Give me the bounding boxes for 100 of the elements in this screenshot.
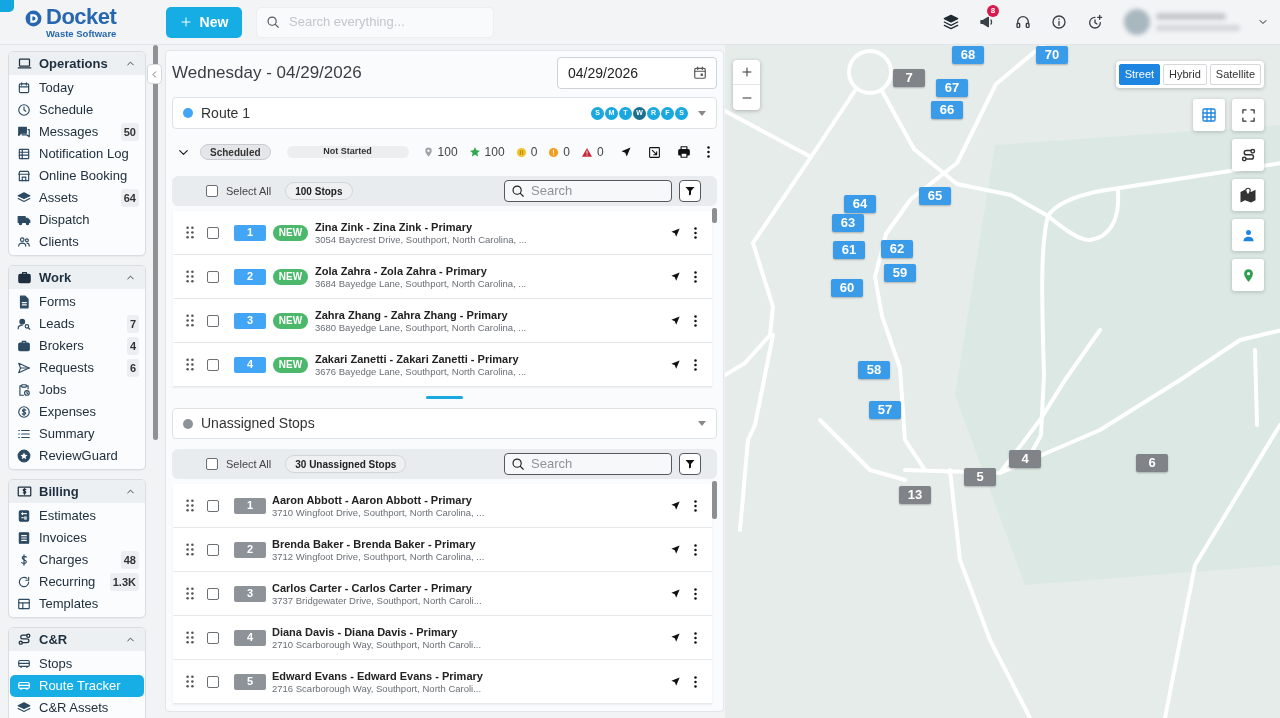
map-marker[interactable]: 7 xyxy=(893,69,925,87)
more-icon[interactable] xyxy=(694,543,697,556)
map-type-tab[interactable]: Street xyxy=(1118,64,1161,85)
more-icon[interactable] xyxy=(694,270,697,283)
navigation-arrow-icon[interactable] xyxy=(670,676,681,687)
checkbox[interactable] xyxy=(207,543,219,556)
sidebar-item[interactable]: Invoices xyxy=(10,527,144,549)
unassigned-selector[interactable]: Unassigned Stops xyxy=(172,408,717,439)
stop-row[interactable]: 1 NEW Zina Zink - Zina Zink - Primary 3054 Baycrest Drive, Southport, North Carolina, ... xyxy=(173,211,712,255)
caret-down-icon[interactable] xyxy=(698,421,706,426)
sidebar-item[interactable]: Charges 48 xyxy=(10,549,144,571)
stop-row[interactable]: 5 Edward Evans - Edward Evans - Primary 2716 Scarborough Way, Southport, North Caroli... xyxy=(173,660,712,704)
more-icon[interactable] xyxy=(694,631,697,644)
sidebar-item[interactable]: Requests 6 xyxy=(10,357,144,379)
navigation-arrow-icon[interactable] xyxy=(670,632,681,643)
section-header[interactable]: Operations xyxy=(9,52,145,75)
navigation-arrow-icon[interactable] xyxy=(670,271,681,282)
scrollbar[interactable] xyxy=(153,45,158,440)
megaphone-icon[interactable] xyxy=(979,14,995,30)
map-view-button[interactable] xyxy=(1232,179,1264,211)
route-button[interactable] xyxy=(1232,139,1264,171)
map-marker[interactable]: 4 xyxy=(1009,450,1041,468)
stop-row[interactable]: 3 NEW Zahra Zhang - Zahra Zhang - Primary 3680 Bayedge Lane, Southport, North Carolina, ... xyxy=(173,299,712,343)
sidebar-item[interactable]: Leads 7 xyxy=(10,313,144,335)
stop-row[interactable]: 4 Diana Davis - Diana Davis - Primary 2710 Scarborough Way, Southport, North Caroli... xyxy=(173,616,712,660)
sidebar-item[interactable]: ReviewGuard xyxy=(10,445,144,467)
navigation-arrow-icon[interactable] xyxy=(670,315,681,326)
drag-handle-icon[interactable] xyxy=(186,587,194,600)
filter-button[interactable] xyxy=(679,180,701,202)
checkbox[interactable] xyxy=(207,226,219,239)
drag-handle-icon[interactable] xyxy=(186,631,194,644)
checkbox[interactable] xyxy=(207,631,219,644)
scrollbar[interactable] xyxy=(712,481,717,519)
person-button[interactable] xyxy=(1232,219,1264,251)
stop-row[interactable]: 1 Aaron Abbott - Aaron Abbott - Primary 3710 Wingfoot Drive, Southport, North Carolina, ... xyxy=(173,484,712,528)
sidebar-item[interactable]: Jobs xyxy=(10,379,144,401)
section-header[interactable]: C&R xyxy=(9,628,145,651)
logo-icon[interactable] xyxy=(24,8,43,28)
info-icon[interactable] xyxy=(1051,14,1067,30)
caret-down-icon[interactable] xyxy=(698,110,706,116)
more-icon[interactable] xyxy=(707,146,710,158)
sidebar-item[interactable]: Recurring 1.3K xyxy=(10,571,144,593)
stop-row[interactable]: 2 NEW Zola Zahra - Zola Zahra - Primary 3684 Bayedge Lane, Southport, North Carolina, ... xyxy=(173,255,712,299)
checkbox[interactable] xyxy=(207,358,219,371)
sidebar-item[interactable]: Summary xyxy=(10,423,144,445)
sidebar-item[interactable]: Estimates xyxy=(10,505,144,527)
sidebar-item[interactable]: Dispatch xyxy=(10,209,144,231)
checkbox[interactable] xyxy=(207,314,219,327)
navigation-arrow-icon[interactable] xyxy=(670,500,681,511)
sidebar-item[interactable]: Notification Log xyxy=(10,143,144,165)
sidebar-item[interactable]: Online Booking xyxy=(10,165,144,187)
section-header[interactable]: Work xyxy=(9,266,145,289)
checkbox[interactable] xyxy=(207,270,219,283)
sidebar-item[interactable]: Forms xyxy=(10,291,144,313)
navigation-arrow-icon[interactable] xyxy=(670,588,681,599)
map-type-tab[interactable]: Hybrid xyxy=(1163,64,1207,85)
drag-handle-icon[interactable] xyxy=(186,499,194,512)
sidebar-item[interactable]: Stops xyxy=(10,653,144,675)
sidebar-item[interactable]: Schedule xyxy=(10,99,144,121)
headset-icon[interactable] xyxy=(1015,14,1031,30)
stop-row[interactable]: 2 Brenda Baker - Brenda Baker - Primary 3712 Wingfoot Drive, Southport, North Carolina, ... xyxy=(173,528,712,572)
more-icon[interactable] xyxy=(694,358,697,371)
map-marker[interactable]: 6 xyxy=(1136,454,1168,472)
drag-handle-icon[interactable] xyxy=(186,358,194,371)
sidebar-item[interactable]: Messages 50 xyxy=(10,121,144,143)
more-icon[interactable] xyxy=(694,587,697,600)
navigation-arrow-icon[interactable] xyxy=(670,544,681,555)
more-icon[interactable] xyxy=(694,499,697,512)
resize-handle[interactable] xyxy=(426,396,463,399)
map-marker[interactable]: 5 xyxy=(964,468,996,486)
fullscreen-button[interactable] xyxy=(1232,99,1264,131)
checkbox[interactable] xyxy=(207,675,219,688)
stop-row[interactable]: 4 NEW Zakari Zanetti - Zakari Zanetti - Primary 3676 Bayedge Lane, Southport, North Carolina, ... xyxy=(173,343,712,387)
printer-icon[interactable] xyxy=(677,145,691,159)
section-header[interactable]: Billing xyxy=(9,480,145,503)
drag-handle-icon[interactable] xyxy=(186,675,194,688)
more-icon[interactable] xyxy=(694,226,697,239)
checkbox[interactable] xyxy=(207,587,219,600)
scrollbar[interactable] xyxy=(712,208,717,223)
checkbox[interactable] xyxy=(207,499,219,512)
layers-icon[interactable] xyxy=(943,14,959,30)
navigation-arrow-icon[interactable] xyxy=(670,359,681,370)
more-icon[interactable] xyxy=(694,314,697,327)
sidebar-item[interactable]: Brokers 4 xyxy=(10,335,144,357)
date-field[interactable]: 04/29/2026 xyxy=(557,57,717,89)
sidebar-item[interactable]: Expenses xyxy=(10,401,144,423)
drag-handle-icon[interactable] xyxy=(186,314,194,327)
sidebar-item[interactable]: Today xyxy=(10,77,144,99)
stop-row[interactable]: 3 Carlos Carter - Carlos Carter - Primary 3737 Bridgewater Drive, Southport, North Caroli... xyxy=(173,572,712,616)
navigation-arrow-icon[interactable] xyxy=(620,146,632,158)
grid-view-button[interactable] xyxy=(1193,99,1225,131)
select-all-label[interactable]: Select All xyxy=(226,455,272,473)
drag-handle-icon[interactable] xyxy=(186,270,194,283)
sidebar-item[interactable]: Assets 64 xyxy=(10,187,144,209)
drag-handle-icon[interactable] xyxy=(186,226,194,239)
navigation-arrow-icon[interactable] xyxy=(670,227,681,238)
sidebar-item[interactable]: C&R Assets xyxy=(10,697,144,718)
pin-button[interactable] xyxy=(1232,259,1264,291)
clock-plus-icon[interactable] xyxy=(1087,14,1103,30)
sidebar-item[interactable]: Clients xyxy=(10,231,144,253)
